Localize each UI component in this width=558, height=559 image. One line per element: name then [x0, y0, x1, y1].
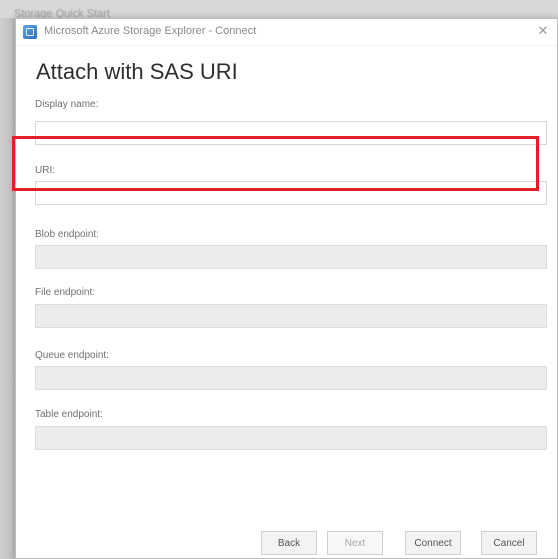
next-button: Next — [327, 531, 383, 555]
table-endpoint-input — [35, 426, 547, 450]
queue-endpoint-label: Queue endpoint: — [35, 350, 109, 361]
close-icon[interactable]: ✕ — [535, 23, 551, 39]
page-title: Attach with SAS URI — [36, 59, 238, 84]
window-title: Microsoft Azure Storage Explorer - Conne… — [44, 25, 257, 37]
background-window-edge — [0, 18, 15, 559]
blob-endpoint-input — [35, 245, 547, 269]
azure-storage-explorer-icon — [23, 25, 37, 39]
table-endpoint-label: Table endpoint: — [35, 409, 103, 420]
uri-input[interactable] — [35, 181, 547, 205]
cancel-button[interactable]: Cancel — [481, 531, 537, 555]
uri-label: URI: — [35, 165, 55, 176]
display-name-input[interactable] — [35, 121, 547, 145]
back-button[interactable]: Back — [261, 531, 317, 555]
blob-endpoint-label: Blob endpoint: — [35, 229, 99, 240]
display-name-label: Display name: — [35, 99, 99, 110]
title-bar: Microsoft Azure Storage Explorer - Conne… — [16, 19, 557, 46]
connect-dialog: Microsoft Azure Storage Explorer - Conne… — [15, 18, 558, 559]
file-endpoint-input — [35, 304, 547, 328]
queue-endpoint-input — [35, 366, 547, 390]
file-endpoint-label: File endpoint: — [35, 287, 96, 298]
connect-button[interactable]: Connect — [405, 531, 461, 555]
